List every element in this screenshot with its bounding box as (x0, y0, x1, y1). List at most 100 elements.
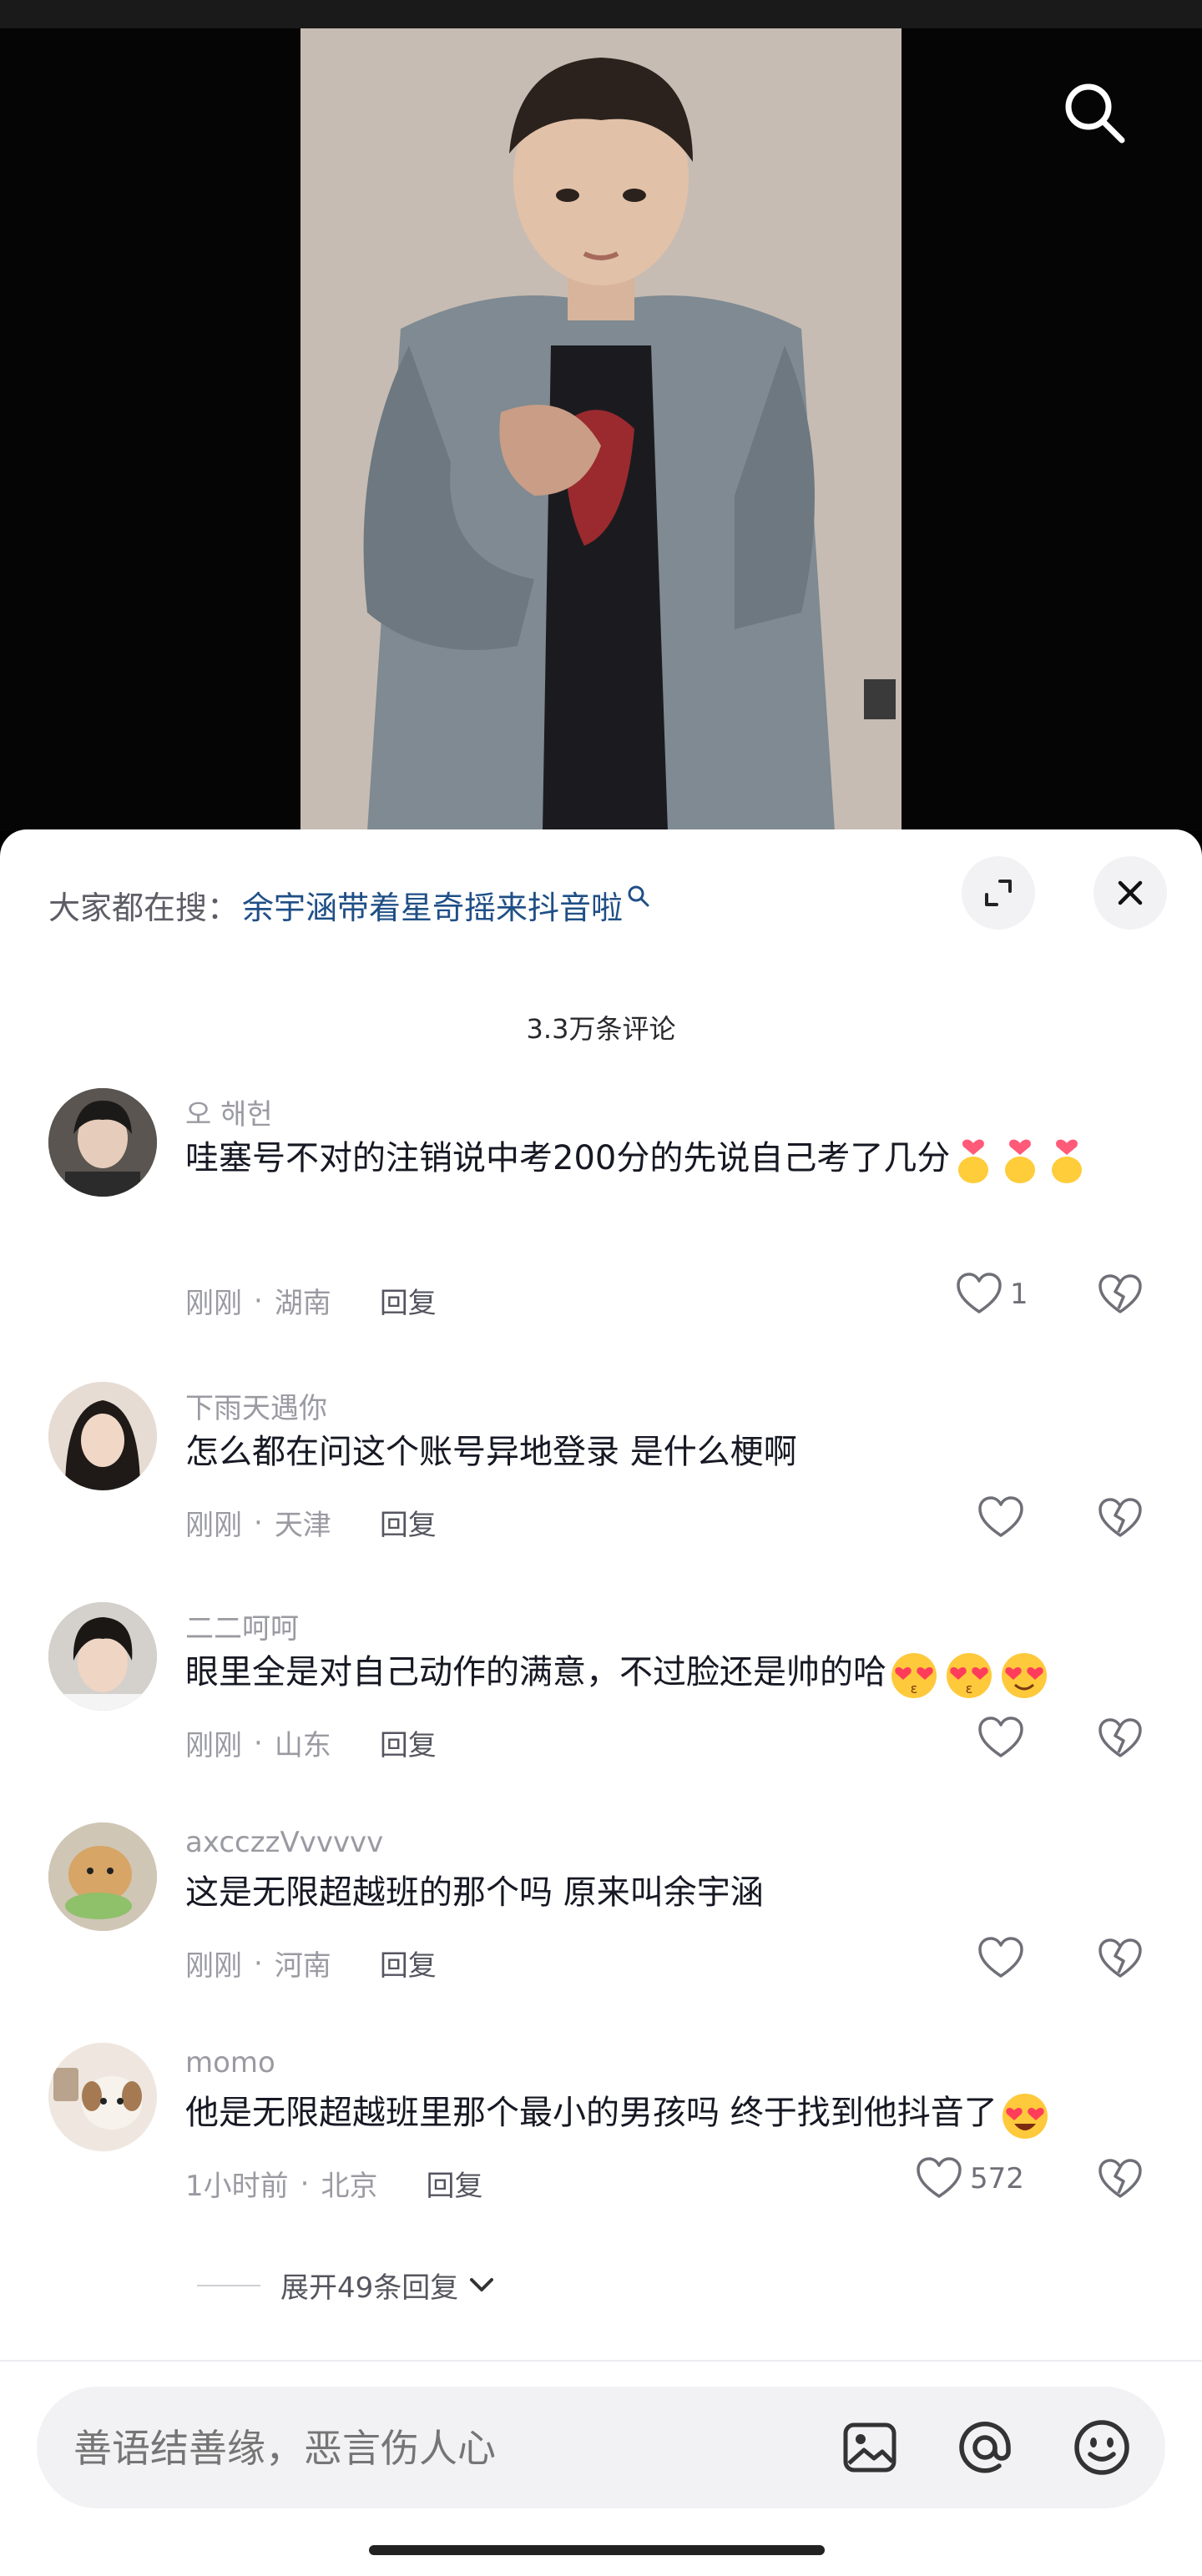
comment-text-body: 这是无限超越班的那个吗 原来叫余宇涵 (185, 1873, 764, 1912)
status-bar (0, 0, 1202, 28)
emoji-button[interactable] (1072, 2417, 1132, 2478)
mention-button[interactable] (955, 2417, 1015, 2478)
broken-heart-icon[interactable] (1095, 1934, 1145, 1984)
like-count: 572 (970, 2162, 1024, 2195)
reply-button[interactable]: 回复 (380, 1280, 437, 1321)
heart-outline-icon (917, 2157, 962, 2198)
comment-meta: 刚刚 · 山东 回复 (185, 1722, 437, 1763)
like-button[interactable]: 572 (913, 2153, 1024, 2205)
close-icon (1118, 880, 1143, 905)
search-icon (628, 885, 649, 907)
video-person-illustration (300, 28, 902, 831)
comment-time: 刚刚 (185, 1287, 242, 1320)
comment-count: 3.3万条评论 (526, 1013, 676, 1045)
reply-button[interactable]: 回复 (380, 1722, 437, 1763)
meta-separator: · (254, 1726, 263, 1760)
hot-search-label: 大家都在搜： (48, 889, 240, 926)
comment-text-body: 眼里全是对自己动作的满意，不过脸还是帅的哈 (185, 1653, 886, 1691)
meta-separator: · (254, 1283, 263, 1318)
comment-meta: 刚刚 · 湖南 回复 (185, 1280, 437, 1321)
comment-meta: 刚刚 · 天津 回复 (185, 1502, 437, 1543)
broken-heart-icon[interactable] (1095, 2155, 1145, 2205)
like-count: 1 (1010, 1278, 1028, 1311)
meta-separator: · (254, 1946, 263, 1980)
comment-input-bar (0, 2360, 1202, 2576)
comment-input[interactable] (72, 2387, 574, 2510)
like-button[interactable] (975, 1933, 1032, 1984)
svg-text:ε: ε (911, 1681, 918, 1696)
comment-text: 这是无限超越班的那个吗 原来叫余宇涵 (185, 1858, 1129, 1928)
broken-heart-icon[interactable] (1095, 1714, 1145, 1764)
like-button[interactable] (975, 1712, 1032, 1764)
at-icon (959, 2422, 1011, 2473)
svg-text:ε: ε (966, 1681, 973, 1696)
image-icon (843, 2422, 896, 2473)
heart-eyes-emoji (1002, 1653, 1047, 1698)
comment-location: 山东 (274, 1729, 331, 1762)
broken-heart-icon[interactable] (1095, 1270, 1145, 1320)
expand-replies-button[interactable]: 展开49条回复 (197, 2265, 498, 2306)
video-thumbnail (300, 28, 902, 831)
avatar[interactable] (48, 1602, 157, 1711)
finger-heart-emoji (1052, 1139, 1083, 1183)
reply-button[interactable]: 回复 (426, 2163, 482, 2204)
comment-author[interactable]: momo (185, 2046, 275, 2079)
like-button[interactable] (975, 1492, 1032, 1544)
avatar-image (48, 1602, 157, 1711)
meta-separator: · (254, 1505, 263, 1540)
image-button[interactable] (840, 2417, 900, 2478)
expand-button[interactable] (962, 856, 1035, 930)
heart-outline-icon (978, 1496, 1023, 1537)
comments-sheet: 大家都在搜： 余宇涵带着星奇摇来抖音啦 3.3万条评论 오 해헌 哇塞号不对的注… (0, 829, 1202, 2576)
avatar[interactable] (48, 1088, 157, 1197)
comment-text: 他是无限超越班里那个最小的男孩吗 终于找到他抖音了 (185, 2078, 1129, 2148)
comment-text-body: 他是无限超越班里那个最小的男孩吗 终于找到他抖音了 (185, 2094, 997, 2132)
comment-time: 刚刚 (185, 1509, 242, 1542)
divider (197, 2284, 260, 2286)
avatar[interactable] (48, 1822, 157, 1931)
comment-time: 刚刚 (185, 1729, 242, 1762)
heart-outline-icon (978, 1716, 1023, 1757)
comment-author[interactable]: axcczzVvvvvv (185, 1826, 383, 1859)
comment-location: 河南 (274, 1949, 331, 1983)
avatar[interactable] (48, 1382, 157, 1490)
home-indicator[interactable] (369, 2545, 825, 2555)
heart-outline-icon (957, 1273, 1002, 1313)
comment-text: 眼里全是对自己动作的满意，不过脸还是帅的哈 ε ε (185, 1637, 1129, 1707)
finger-heart-emoji (1005, 1139, 1036, 1183)
comment-time: 1小时前 (185, 2170, 289, 2203)
comment-text-body: 哇塞号不对的注销说中考200分的先说自己考了几分 (185, 1139, 951, 1177)
broken-heart-icon[interactable] (1095, 1494, 1145, 1544)
hot-search-row: 大家都在搜： 余宇涵带着星奇摇来抖音啦 (48, 871, 651, 938)
heart-outline-icon (978, 1937, 1023, 1978)
smiley-icon (1074, 2420, 1129, 2475)
chevron-down-icon (470, 2277, 494, 2291)
video-player[interactable] (0, 28, 1202, 831)
expand-replies-label: 展开49条回复 (280, 2271, 459, 2305)
search-icon (1065, 83, 1125, 144)
comment-meta: 刚刚 · 河南 回复 (185, 1943, 437, 1984)
search-button[interactable] (1053, 72, 1134, 152)
expand-icon (985, 880, 1012, 906)
avatar-image (48, 1382, 157, 1490)
reply-button[interactable]: 回复 (380, 1502, 437, 1543)
comment-time: 刚刚 (185, 1949, 242, 1983)
comment-location: 北京 (321, 2170, 378, 2203)
comment-input-container[interactable] (37, 2387, 1165, 2510)
comment-text: 怎么都在问这个账号异地登录 是什么梗啊 (185, 1417, 1129, 1487)
avatar[interactable] (48, 2043, 157, 2151)
avatar-image (48, 1088, 157, 1197)
comment-meta: 1小时前 · 北京 回复 (185, 2163, 482, 2204)
close-button[interactable] (1093, 856, 1167, 930)
kissing-heart-emoji: ε (891, 1653, 937, 1698)
star-struck-emoji (1002, 2094, 1048, 2139)
kissing-heart-emoji: ε (947, 1653, 992, 1698)
hot-search-link[interactable]: 余宇涵带着星奇摇来抖音啦 (242, 882, 623, 928)
meta-separator: · (300, 2166, 310, 2200)
comment-text-body: 怎么都在问这个账号异地登录 是什么梗啊 (185, 1433, 797, 1471)
comment-text: 哇塞号不对的注销说中考200分的先说自己考了几分 (185, 1123, 1129, 1193)
comment-location: 天津 (274, 1509, 331, 1542)
avatar-image (48, 1822, 157, 1931)
like-button[interactable]: 1 (953, 1268, 1028, 1320)
reply-button[interactable]: 回复 (380, 1943, 437, 1984)
